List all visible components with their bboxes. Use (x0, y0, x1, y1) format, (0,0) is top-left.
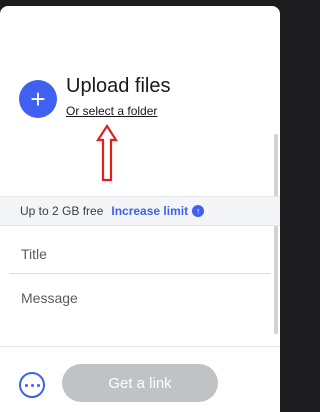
increase-limit-link[interactable]: Increase limit ↑ (111, 204, 205, 218)
annotation-arrow-icon (96, 124, 118, 182)
message-field[interactable] (10, 282, 270, 342)
arrow-up-circle-icon: ↑ (192, 205, 205, 217)
select-folder-link[interactable]: Or select a folder (66, 104, 157, 118)
limit-bar: Up to 2 GB free Increase limit ↑ (0, 196, 280, 226)
upload-area[interactable]: + Upload files Or select a folder (0, 6, 280, 196)
title-field[interactable] (10, 234, 270, 274)
plus-icon: + (30, 84, 46, 114)
more-options-button[interactable] (19, 372, 45, 398)
upload-files-title[interactable]: Upload files (66, 75, 171, 98)
increase-limit-label: Increase limit (111, 204, 189, 218)
limit-text: Up to 2 GB free (20, 204, 104, 218)
transfer-panel: + Upload files Or select a folder Up to … (0, 6, 280, 412)
add-files-button[interactable]: + (19, 80, 57, 118)
more-options-icon (24, 383, 28, 387)
footer: Get a link (0, 346, 280, 412)
get-link-button[interactable]: Get a link (62, 364, 218, 402)
